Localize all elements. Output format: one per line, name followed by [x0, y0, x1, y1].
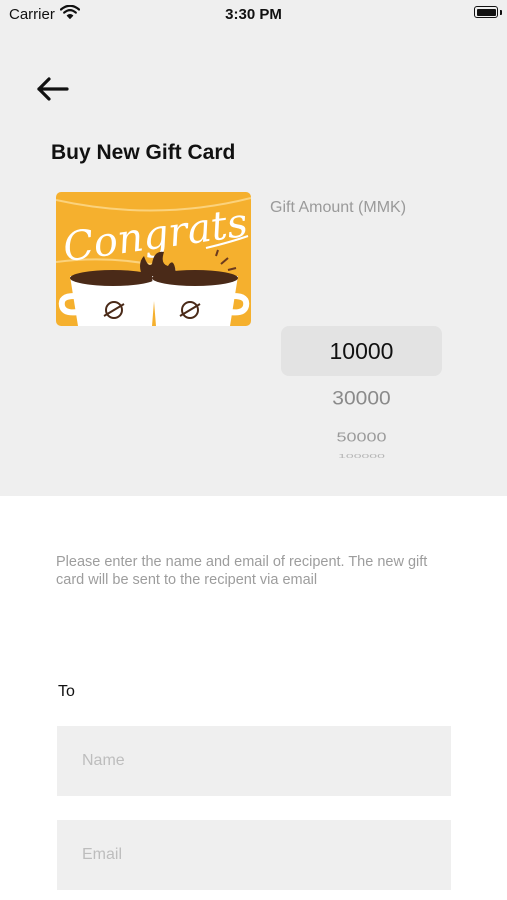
picker-option-selected[interactable]: 10000: [281, 338, 442, 365]
back-arrow-icon: [37, 77, 69, 101]
page-title: Buy New Gift Card: [51, 141, 236, 164]
email-field[interactable]: [57, 820, 451, 890]
battery-nub: [500, 10, 502, 15]
picker-option[interactable]: 100000: [281, 453, 442, 459]
name-field[interactable]: [57, 726, 451, 796]
picker-option[interactable]: 30000: [281, 388, 442, 410]
clock: 3:30 PM: [225, 6, 282, 23]
back-button[interactable]: [34, 74, 72, 104]
to-label: To: [58, 683, 75, 700]
status-bar: Carrier 3:30 PM: [0, 0, 507, 28]
instruction-text: Please enter the name and email of recip…: [56, 554, 428, 588]
amount-picker[interactable]: 10000 30000 50000 100000: [281, 326, 442, 460]
gift-card-image[interactable]: Congrats: [56, 192, 251, 326]
gift-amount-label: Gift Amount (MMK): [270, 199, 407, 216]
picker-option[interactable]: 50000: [281, 430, 442, 445]
battery-icon: [474, 6, 498, 18]
